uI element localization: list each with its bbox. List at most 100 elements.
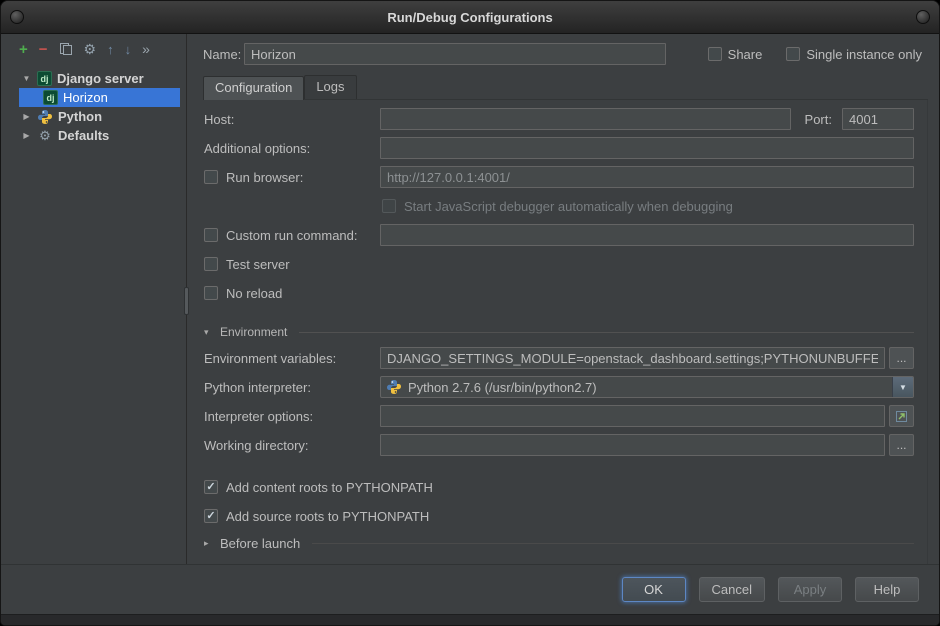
tree-item-python[interactable]: ▶ Python — [1, 107, 186, 126]
add-content-roots-label: Add content roots to PYTHONPATH — [226, 480, 433, 495]
expand-field-button[interactable] — [889, 405, 914, 427]
working-directory-input[interactable] — [380, 434, 885, 456]
run-browser-url-input[interactable] — [380, 166, 914, 188]
no-reload-checkbox[interactable] — [204, 286, 218, 300]
django-icon: dj — [37, 71, 52, 86]
splitter-handle[interactable] — [184, 287, 189, 315]
tree-item-label: Django server — [57, 71, 144, 86]
custom-run-command-option[interactable]: Custom run command: — [204, 228, 380, 243]
environment-section-header[interactable]: ▾ Environment — [204, 323, 914, 341]
environment-variables-input[interactable] — [380, 347, 885, 369]
check-icon: ✓ — [206, 511, 215, 522]
window-menu-button[interactable] — [10, 10, 24, 24]
edit-defaults-icon[interactable]: ⚙ — [84, 42, 97, 57]
expander-open-icon[interactable]: ▼ — [21, 74, 32, 83]
before-launch-section[interactable]: ▸ Before launch — [204, 534, 914, 552]
django-icon: dj — [43, 90, 58, 105]
move-up-icon[interactable]: ↑ — [107, 42, 114, 57]
add-content-roots-checkbox[interactable]: ✓ — [204, 480, 218, 494]
apply-button[interactable]: Apply — [778, 577, 842, 602]
additional-options-label: Additional options: — [204, 141, 380, 156]
move-down-icon[interactable]: ↓ — [125, 42, 132, 57]
configurations-sidebar: + − ⚙ ↑ ↓ » ▼ dj Django server dj Horiz — [1, 34, 187, 564]
add-source-roots-checkbox[interactable]: ✓ — [204, 509, 218, 523]
host-input[interactable] — [380, 108, 791, 130]
before-launch-title: Before launch — [220, 536, 300, 551]
more-actions-icon[interactable]: » — [142, 42, 149, 57]
interpreter-options-row: Interpreter options: — [204, 405, 914, 427]
add-content-roots-row: ✓ Add content roots to PYTHONPATH — [204, 476, 914, 498]
port-label: Port: — [805, 112, 832, 127]
working-directory-browse-button[interactable]: ... — [889, 434, 914, 456]
python-interpreter-select[interactable]: Python 2.7.6 (/usr/bin/python2.7) ▼ — [380, 376, 914, 398]
remove-configuration-icon[interactable]: − — [39, 42, 48, 57]
add-source-roots-row: ✓ Add source roots to PYTHONPATH — [204, 505, 914, 527]
share-label: Share — [728, 47, 763, 62]
tree-item-defaults[interactable]: ▶ ⚙ Defaults — [1, 126, 186, 145]
help-button[interactable]: Help — [855, 577, 919, 602]
custom-run-command-checkbox[interactable] — [204, 228, 218, 242]
wrench-icon: ⚙ — [37, 128, 53, 144]
name-input[interactable] — [244, 43, 666, 65]
run-browser-option[interactable]: Run browser: — [204, 170, 380, 185]
cancel-button[interactable]: Cancel — [699, 577, 765, 602]
js-debugger-label: Start JavaScript debugger automatically … — [404, 199, 733, 214]
interpreter-options-input[interactable] — [380, 405, 885, 427]
test-server-label: Test server — [226, 257, 290, 272]
configuration-editor: Name: Share Single instance only Configu… — [187, 34, 939, 564]
no-reload-row: No reload — [204, 282, 914, 304]
host-row: Host: Port: — [204, 108, 914, 130]
share-option[interactable]: Share — [708, 47, 763, 62]
tree-item-label: Defaults — [58, 128, 109, 143]
expander-closed-icon[interactable]: ▶ — [21, 112, 32, 121]
additional-options-row: Additional options: — [204, 137, 914, 159]
custom-run-command-input[interactable] — [380, 224, 914, 246]
environment-variables-browse-button[interactable]: ... — [889, 347, 914, 369]
run-browser-row: Run browser: — [204, 166, 914, 188]
window-bottom-edge — [1, 614, 939, 625]
test-server-row: Test server — [204, 253, 914, 275]
port-input[interactable] — [842, 108, 914, 130]
run-browser-checkbox[interactable] — [204, 170, 218, 184]
single-instance-label: Single instance only — [806, 47, 922, 62]
window-close-button[interactable] — [916, 10, 930, 24]
sidebar-toolbar: + − ⚙ ↑ ↓ » — [1, 34, 186, 64]
django-icon-text: dj — [41, 74, 49, 84]
python-interpreter-value: Python 2.7.6 (/usr/bin/python2.7) — [408, 380, 886, 395]
separator-line — [299, 332, 914, 333]
tab-configuration[interactable]: Configuration — [203, 76, 304, 100]
copy-configuration-icon[interactable] — [59, 42, 73, 56]
expander-closed-icon[interactable]: ▶ — [21, 131, 32, 140]
combo-arrow-icon[interactable]: ▼ — [892, 377, 913, 397]
test-server-checkbox[interactable] — [204, 257, 218, 271]
collapse-icon[interactable]: ▾ — [204, 327, 214, 338]
ok-button[interactable]: OK — [622, 577, 686, 602]
title-bar[interactable]: Run/Debug Configurations — [1, 1, 939, 34]
environment-section-title: Environment — [220, 325, 287, 339]
single-instance-checkbox[interactable] — [786, 47, 800, 61]
tree-item-horizon[interactable]: dj Horizon — [19, 88, 180, 107]
tab-logs[interactable]: Logs — [304, 75, 356, 99]
expand-section-icon[interactable]: ▸ — [204, 538, 214, 549]
run-browser-label: Run browser: — [226, 170, 303, 185]
js-debugger-checkbox[interactable] — [382, 199, 396, 213]
combo-arrow-glyph: ▼ — [899, 383, 907, 392]
additional-options-input[interactable] — [380, 137, 914, 159]
share-checkbox[interactable] — [708, 47, 722, 61]
js-debugger-row: Start JavaScript debugger automatically … — [382, 195, 914, 217]
tree-item-django-server[interactable]: ▼ dj Django server — [1, 69, 186, 88]
name-row: Name: Share Single instance only — [203, 43, 928, 65]
environment-variables-row: Environment variables: ... — [204, 347, 914, 369]
add-configuration-icon[interactable]: + — [19, 42, 28, 57]
working-directory-row: Working directory: ... — [204, 434, 914, 456]
django-icon-text: dj — [47, 93, 55, 103]
single-instance-option[interactable]: Single instance only — [786, 47, 922, 62]
add-source-roots-label: Add source roots to PYTHONPATH — [226, 509, 429, 524]
tab-bar: Configuration Logs — [203, 75, 928, 100]
python-icon — [37, 109, 53, 125]
tree-item-label: Horizon — [63, 90, 108, 105]
dialog-title: Run/Debug Configurations — [387, 10, 552, 25]
configurations-tree: ▼ dj Django server dj Horizon ▶ Python ▶ — [1, 64, 186, 145]
environment-variables-label: Environment variables: — [204, 351, 380, 366]
check-icon: ✓ — [206, 482, 215, 493]
